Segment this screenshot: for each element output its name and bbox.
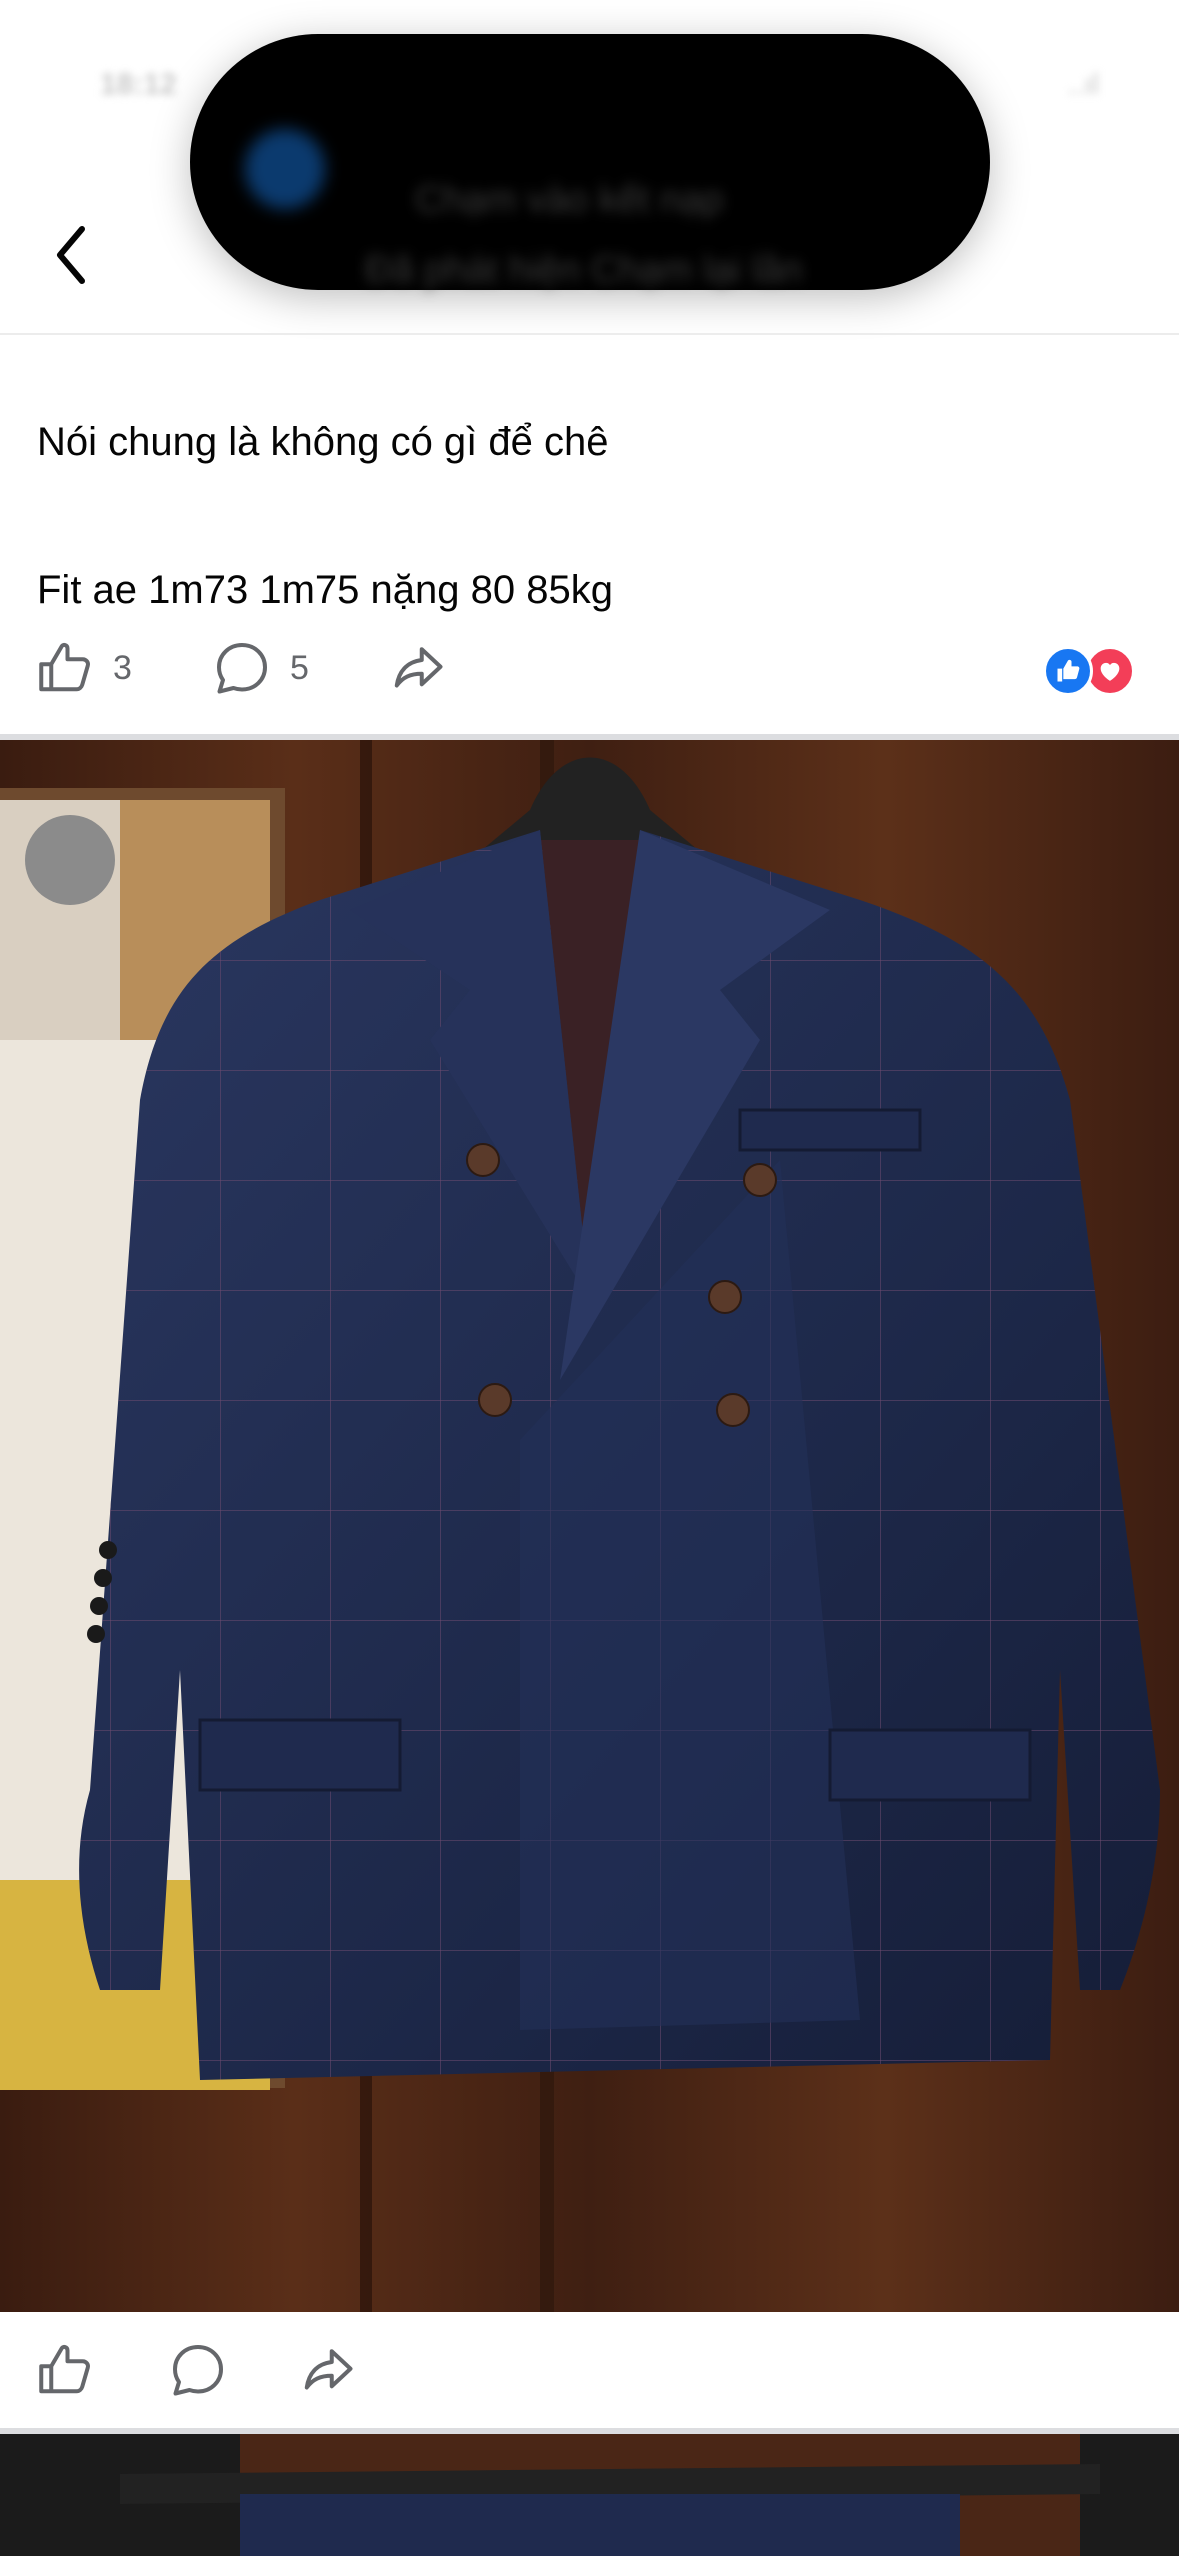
chevron-left-icon [57,226,85,284]
post-text-line: Fit ae 1m73 1m75 nặng 80 85kg [37,568,613,612]
share-icon [394,647,443,688]
status-time: 18:12 [100,68,177,101]
next-post-photo[interactable] [0,2434,1179,2556]
like-icon [39,2344,90,2394]
notification-title: Chạm vào kết nạp [415,179,724,221]
like-icon [39,642,90,692]
post-text-line: Nói chung là không có gì để chê [37,420,609,464]
photo-comment-button[interactable] [168,2340,228,2400]
like-reaction-icon [1043,646,1093,696]
divider [0,333,1179,335]
photo-action-bar [0,2325,1179,2415]
comment-button[interactable]: 5 [212,638,309,698]
like-count: 3 [113,648,132,687]
notification-app-icon [245,129,325,209]
suit-jacket-photo [0,740,1179,2312]
dynamic-island-notification[interactable]: Chạm vào kết nạp Đã phát hiện Chạm lại l… [190,34,990,291]
notification-subtitle: Đã phát hiện Chạm lại lần [365,249,803,291]
photo-share-button[interactable] [298,2340,358,2400]
status-indicators: ..ıl [1067,68,1099,101]
post-photo[interactable] [0,740,1179,2312]
share-icon [304,2349,353,2390]
photo-like-button[interactable] [35,2340,95,2400]
comment-icon [173,2345,223,2396]
comment-icon [217,643,267,694]
like-button[interactable]: 3 [35,638,132,698]
share-button[interactable] [388,638,448,698]
post-action-bar: 3 5 [0,623,1179,713]
reaction-summary[interactable] [1043,646,1143,696]
back-button[interactable] [40,215,100,295]
trousers-photo [0,2434,1179,2556]
comment-count: 5 [290,648,309,687]
